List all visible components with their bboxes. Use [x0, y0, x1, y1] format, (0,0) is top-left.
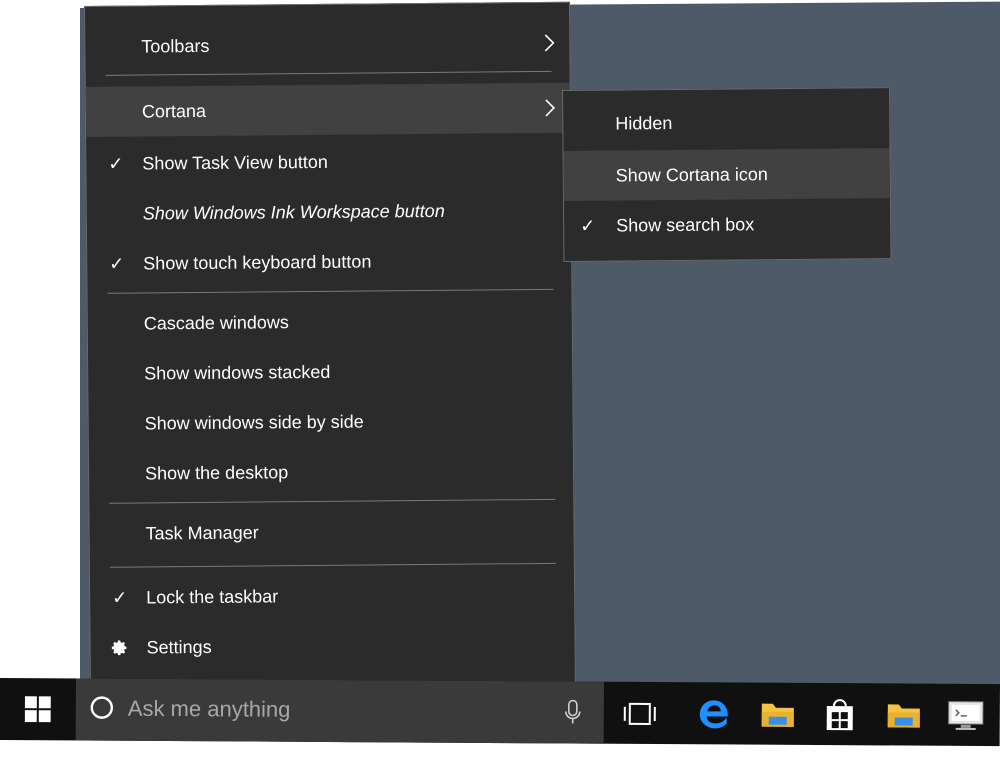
menu-item-label: Show touch keyboard button [143, 251, 372, 273]
folder-taskbar-button[interactable] [882, 693, 926, 737]
menu-item-label: Cortana [141, 100, 207, 121]
gear-icon [111, 640, 127, 656]
task-view-button[interactable] [618, 692, 662, 736]
remote-desktop-taskbar-button[interactable] [944, 694, 988, 738]
menu-item-toolbars[interactable]: Toolbars [85, 21, 569, 69]
checkmark-icon: ✓ [112, 587, 128, 608]
search-input[interactable] [127, 692, 548, 728]
menu-separator [107, 288, 554, 294]
menu-item-label: Show Windows Ink Workspace button [142, 200, 445, 223]
menu-item-cortana[interactable]: Cortana [85, 82, 571, 137]
file-explorer-icon [761, 703, 794, 727]
cortana-ring-icon [90, 696, 114, 719]
edge-taskbar-button[interactable] [692, 692, 736, 736]
chevron-right-icon [545, 99, 556, 117]
cortana-submenu: Hidden Show Cortana icon ✓ Show search b… [562, 87, 892, 262]
file-explorer-taskbar-button[interactable] [756, 693, 800, 737]
edge-icon [699, 700, 728, 729]
menu-item-label: Show windows stacked [144, 361, 331, 383]
submenu-item-hidden[interactable]: Hidden [563, 96, 889, 149]
menu-item-settings[interactable]: Settings [90, 619, 574, 673]
menu-item-lock-the-taskbar[interactable]: ✓ Lock the taskbar [90, 569, 574, 623]
start-button[interactable] [0, 678, 76, 740]
taskbar-context-menu: Toolbars Cortana ✓ Show Task View button… [84, 1, 576, 690]
menu-item-label: Cascade windows [143, 311, 289, 333]
store-icon [826, 699, 853, 731]
store-taskbar-button[interactable] [818, 693, 862, 737]
taskbar [0, 678, 1000, 747]
menu-item-label: Show windows side by side [144, 411, 364, 433]
menu-item-show-windows-ink-workspace-button[interactable]: Show Windows Ink Workspace button [87, 185, 571, 239]
menu-separator [109, 562, 556, 568]
menu-item-label: Show Task View button [142, 151, 328, 173]
remote-desktop-icon [948, 701, 984, 730]
menu-item-show-touch-keyboard-button[interactable]: ✓ Show touch keyboard button [87, 235, 571, 289]
menu-item-label: Task Manager [145, 521, 259, 543]
menu-item-label: Toolbars [141, 35, 210, 57]
folder-icon [887, 704, 920, 728]
submenu-item-label: Hidden [615, 112, 673, 134]
windows-logo-icon [24, 696, 51, 723]
menu-item-show-windows-side-by-side[interactable]: Show windows side by side [88, 395, 572, 449]
submenu-item-label: Show search box [616, 213, 755, 236]
checkmark-icon: ✓ [108, 153, 124, 174]
menu-item-show-the-desktop[interactable]: Show the desktop [89, 445, 573, 499]
menu-separator [105, 70, 552, 76]
menu-item-show-task-view-button[interactable]: ✓ Show Task View button [86, 135, 570, 189]
submenu-item-show-cortana-icon[interactable]: Show Cortana icon [563, 148, 890, 201]
submenu-item-label: Show Cortana icon [615, 163, 768, 186]
checkmark-icon: ✓ [580, 215, 596, 236]
menu-item-show-windows-stacked[interactable]: Show windows stacked [88, 345, 572, 399]
menu-separator [109, 498, 556, 504]
task-view-icon [623, 702, 656, 725]
checkmark-icon: ✓ [109, 253, 125, 274]
microphone-icon[interactable] [564, 699, 582, 725]
menu-item-label: Settings [146, 636, 212, 657]
menu-item-cascade-windows[interactable]: Cascade windows [88, 295, 572, 349]
chevron-right-icon [544, 34, 555, 52]
submenu-item-show-search-box[interactable]: ✓ Show search box [564, 198, 890, 251]
menu-item-task-manager[interactable]: Task Manager [89, 505, 573, 559]
search-box[interactable] [75, 678, 604, 744]
menu-item-label: Show the desktop [144, 461, 289, 483]
menu-item-label: Lock the taskbar [146, 585, 279, 607]
